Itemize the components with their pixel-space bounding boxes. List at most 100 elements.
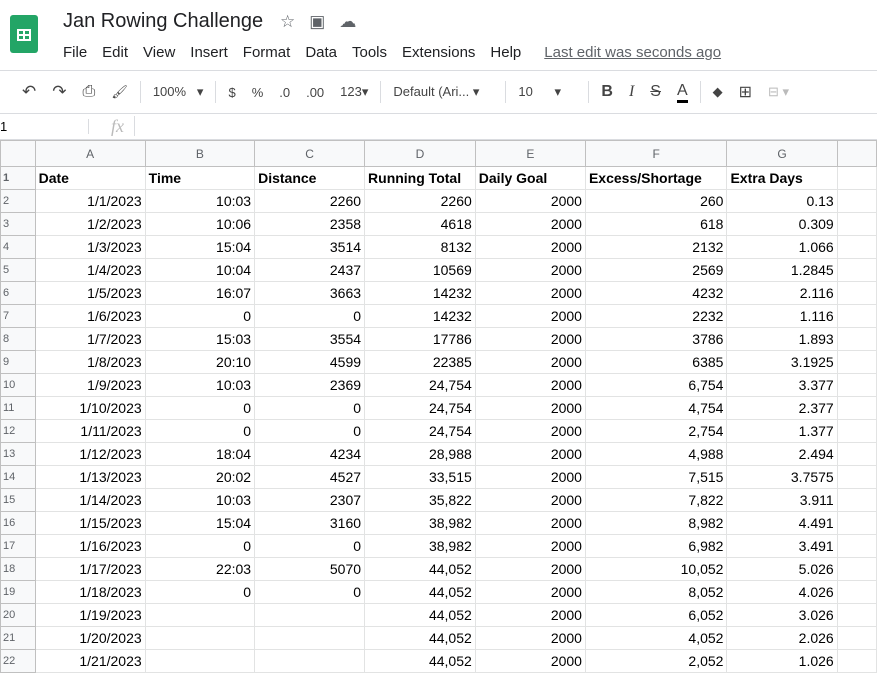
row-header[interactable]: 15 xyxy=(0,488,36,512)
cell[interactable]: 2132 xyxy=(584,235,728,259)
cell[interactable]: 8,052 xyxy=(584,580,728,604)
cell[interactable]: 2000 xyxy=(474,465,586,489)
cell[interactable]: 7,822 xyxy=(584,488,728,512)
menu-view[interactable]: View xyxy=(143,44,175,61)
cell[interactable]: 1/14/2023 xyxy=(34,488,146,512)
cell[interactable] xyxy=(836,304,877,328)
cell[interactable]: 2000 xyxy=(474,626,586,650)
row-header[interactable]: 10 xyxy=(0,373,36,397)
cell[interactable]: 4.026 xyxy=(726,580,838,604)
row-header[interactable]: 12 xyxy=(0,419,36,443)
cell[interactable]: 1/9/2023 xyxy=(34,373,146,397)
cell[interactable]: 44,052 xyxy=(364,649,476,673)
header-cell[interactable]: Extra Days xyxy=(726,166,838,190)
cell[interactable]: 3.7575 xyxy=(726,465,838,489)
menu-insert[interactable]: Insert xyxy=(190,44,228,61)
cell[interactable]: 2000 xyxy=(474,304,586,328)
cell[interactable]: 2000 xyxy=(474,419,586,443)
cell[interactable]: 16:07 xyxy=(144,281,256,305)
cell[interactable]: 2000 xyxy=(474,649,586,673)
cell[interactable]: 1/15/2023 xyxy=(34,511,146,535)
currency-button[interactable]: $ xyxy=(228,85,235,100)
cell[interactable] xyxy=(836,281,877,305)
cell[interactable]: 24,754 xyxy=(364,373,476,397)
undo-icon[interactable]: ↶ xyxy=(22,82,36,102)
cell[interactable]: 1/16/2023 xyxy=(34,534,146,558)
header-cell[interactable]: Distance xyxy=(254,166,366,190)
cell[interactable]: 260 xyxy=(584,189,728,213)
print-icon[interactable]: ⎙ xyxy=(83,83,96,101)
redo-icon[interactable]: ↷ xyxy=(52,82,66,102)
menu-extensions[interactable]: Extensions xyxy=(402,44,475,61)
cell[interactable]: 0 xyxy=(144,580,256,604)
column-header-F[interactable]: F xyxy=(584,140,728,167)
menu-edit[interactable]: Edit xyxy=(102,44,128,61)
cell[interactable]: 2,754 xyxy=(584,419,728,443)
row-header[interactable]: 7 xyxy=(0,304,36,328)
cell[interactable]: 2358 xyxy=(254,212,366,236)
cell[interactable]: 6385 xyxy=(584,350,728,374)
cell[interactable]: 1/18/2023 xyxy=(34,580,146,604)
cell[interactable] xyxy=(836,649,877,673)
cell[interactable]: 7,515 xyxy=(584,465,728,489)
font-select[interactable]: Default (Ari... ▾ xyxy=(393,84,493,100)
spreadsheet-grid[interactable]: A B C D E F G 1 Date Time Distance Running Total Dai… xyxy=(0,140,877,673)
cell[interactable] xyxy=(836,488,877,512)
cell[interactable]: 0.309 xyxy=(726,212,838,236)
cell[interactable] xyxy=(836,327,877,351)
cell[interactable]: 4234 xyxy=(254,442,366,466)
cell[interactable]: 20:02 xyxy=(144,465,256,489)
cell[interactable]: 6,052 xyxy=(584,603,728,627)
menu-file[interactable]: File xyxy=(63,44,87,61)
cell[interactable]: 3786 xyxy=(584,327,728,351)
bold-button[interactable]: B xyxy=(601,83,613,101)
cell[interactable]: 2000 xyxy=(474,350,586,374)
cell[interactable]: 2000 xyxy=(474,534,586,558)
cell[interactable]: 3.377 xyxy=(726,373,838,397)
cell[interactable]: 2260 xyxy=(364,189,476,213)
cell[interactable]: 1/4/2023 xyxy=(34,258,146,282)
header-cell[interactable]: Date xyxy=(34,166,146,190)
menu-format[interactable]: Format xyxy=(243,44,291,61)
cell[interactable]: 1/6/2023 xyxy=(34,304,146,328)
row-header[interactable]: 20 xyxy=(0,603,36,627)
cell[interactable]: 1/20/2023 xyxy=(34,626,146,650)
cell[interactable]: 4232 xyxy=(584,281,728,305)
cell[interactable] xyxy=(836,511,877,535)
cell[interactable]: 10569 xyxy=(364,258,476,282)
cell[interactable]: 3514 xyxy=(254,235,366,259)
row-header[interactable]: 3 xyxy=(0,212,36,236)
cell[interactable]: 15:04 xyxy=(144,511,256,535)
cell[interactable] xyxy=(836,396,877,420)
cell[interactable]: 2000 xyxy=(474,258,586,282)
cell[interactable]: 38,982 xyxy=(364,511,476,535)
cell[interactable]: 10:03 xyxy=(144,189,256,213)
cell[interactable] xyxy=(254,649,366,673)
decrease-decimal-button[interactable]: .0 xyxy=(279,85,290,100)
cell[interactable] xyxy=(836,189,877,213)
cell[interactable]: 10:03 xyxy=(144,488,256,512)
cell[interactable]: 17786 xyxy=(364,327,476,351)
cell[interactable] xyxy=(254,603,366,627)
cell[interactable] xyxy=(836,534,877,558)
header-cell[interactable]: Daily Goal xyxy=(474,166,586,190)
cell[interactable]: 2000 xyxy=(474,488,586,512)
borders-icon[interactable]: ⊞ xyxy=(739,82,752,102)
column-header-G[interactable]: G xyxy=(726,140,838,167)
cell[interactable] xyxy=(144,603,256,627)
cell[interactable]: 0 xyxy=(254,419,366,443)
cell[interactable]: 1/7/2023 xyxy=(34,327,146,351)
formula-input[interactable] xyxy=(134,116,877,136)
merge-cells-icon[interactable]: ⊟ ▾ xyxy=(768,84,789,100)
cell[interactable]: 1/11/2023 xyxy=(34,419,146,443)
cell[interactable]: 0 xyxy=(254,580,366,604)
row-header[interactable]: 8 xyxy=(0,327,36,351)
cell[interactable]: 1/21/2023 xyxy=(34,649,146,673)
cell[interactable]: 1.066 xyxy=(726,235,838,259)
menu-help[interactable]: Help xyxy=(490,44,521,61)
cell[interactable]: 1/19/2023 xyxy=(34,603,146,627)
cell[interactable]: 24,754 xyxy=(364,396,476,420)
cell[interactable]: 4,988 xyxy=(584,442,728,466)
row-header[interactable]: 21 xyxy=(0,626,36,650)
cell[interactable]: 1.116 xyxy=(726,304,838,328)
